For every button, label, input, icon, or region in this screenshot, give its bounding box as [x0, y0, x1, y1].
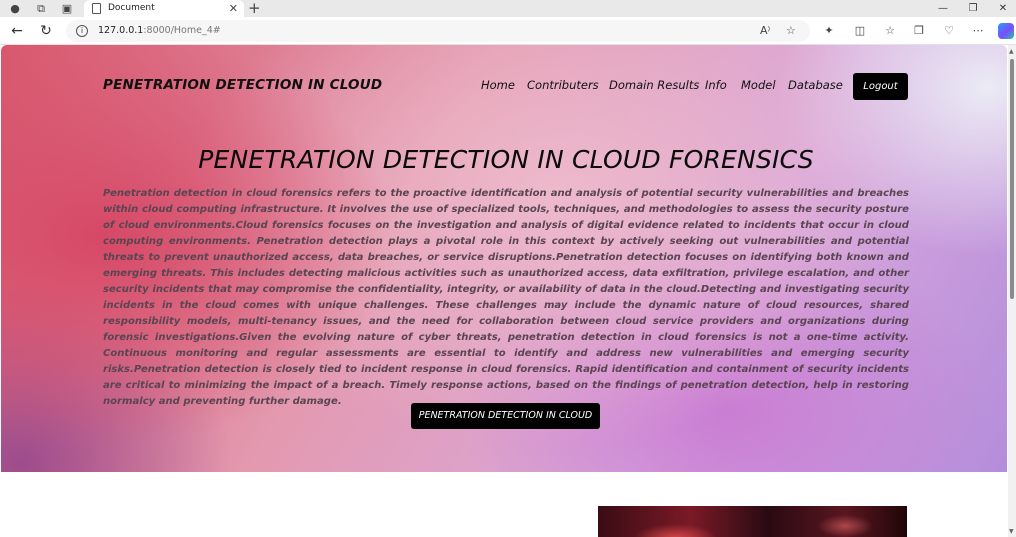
- profile-icon[interactable]: ●: [8, 2, 22, 15]
- page-title: PENETRATION DETECTION IN CLOUD FORENSICS: [198, 145, 814, 174]
- favorites-icon[interactable]: ☆: [882, 23, 898, 39]
- minimize-icon[interactable]: —: [928, 0, 958, 17]
- copilot-icon[interactable]: [998, 23, 1014, 39]
- read-aloud-icon[interactable]: A⁾: [760, 24, 770, 38]
- close-window-icon[interactable]: ✕: [988, 0, 1016, 17]
- star-icon[interactable]: ☆: [786, 24, 796, 38]
- address-bar[interactable]: i 127.0.0.1:8000/Home_4# A⁾ ☆: [66, 20, 810, 42]
- site-brand[interactable]: PENETRATION DETECTION IN CLOUD: [103, 77, 382, 93]
- hero-description: Penetration detection in cloud forensics…: [103, 188, 909, 407]
- scrollbar-thumb[interactable]: [1010, 59, 1014, 299]
- nav-model[interactable]: Model: [741, 78, 776, 92]
- more-icon[interactable]: ⋯: [970, 23, 986, 39]
- heart-pulse-icon[interactable]: ♡: [941, 23, 957, 39]
- nav-contributers[interactable]: Contributers: [527, 78, 599, 92]
- split-screen-icon[interactable]: ◫: [852, 23, 868, 39]
- nav-info[interactable]: Info: [705, 78, 727, 92]
- page-viewport: PENETRATION DETECTION IN CLOUD Home Cont…: [0, 45, 1008, 537]
- server-room-image: [598, 506, 907, 537]
- extensions-icon[interactable]: ✦: [821, 23, 837, 39]
- page-scrollbar[interactable]: ▲ ▼: [1008, 45, 1016, 537]
- nav-database[interactable]: Database: [788, 78, 843, 92]
- hero-section: PENETRATION DETECTION IN CLOUD Home Cont…: [1, 45, 1007, 472]
- tab-title: Document: [108, 3, 155, 13]
- refresh-icon[interactable]: ↻: [38, 23, 54, 39]
- maximize-icon[interactable]: ❐: [958, 0, 988, 17]
- close-tab-icon[interactable]: ✕: [229, 0, 238, 17]
- nav-domain-results[interactable]: Domain Results: [609, 78, 699, 92]
- nav-home[interactable]: Home: [481, 78, 515, 92]
- info-icon[interactable]: i: [76, 25, 88, 37]
- collections-icon[interactable]: ❐: [911, 23, 927, 39]
- browser-toolbar: ← ↻ i 127.0.0.1:8000/Home_4# A⁾ ☆ ✦ ◫ ☆ …: [0, 17, 1016, 45]
- scroll-up-icon[interactable]: ▲: [1009, 48, 1014, 55]
- penetration-detection-button[interactable]: PENETRATION DETECTION IN CLOUD: [411, 403, 600, 429]
- new-tab-icon[interactable]: +: [248, 0, 261, 17]
- browser-tab[interactable]: Document ✕: [84, 0, 244, 17]
- browser-tab-bar: ● ⧉ ▣ Document ✕ + — ❐ ✕: [0, 0, 1016, 17]
- tab-actions-icon[interactable]: ▣: [60, 2, 74, 15]
- url-text[interactable]: 127.0.0.1:8000/Home_4#: [98, 20, 221, 42]
- back-arrow-icon[interactable]: ←: [9, 23, 25, 39]
- document-icon: [92, 3, 101, 14]
- workspaces-icon[interactable]: ⧉: [34, 2, 48, 15]
- logout-button[interactable]: Logout: [853, 73, 908, 100]
- scroll-down-icon[interactable]: ▼: [1009, 528, 1014, 535]
